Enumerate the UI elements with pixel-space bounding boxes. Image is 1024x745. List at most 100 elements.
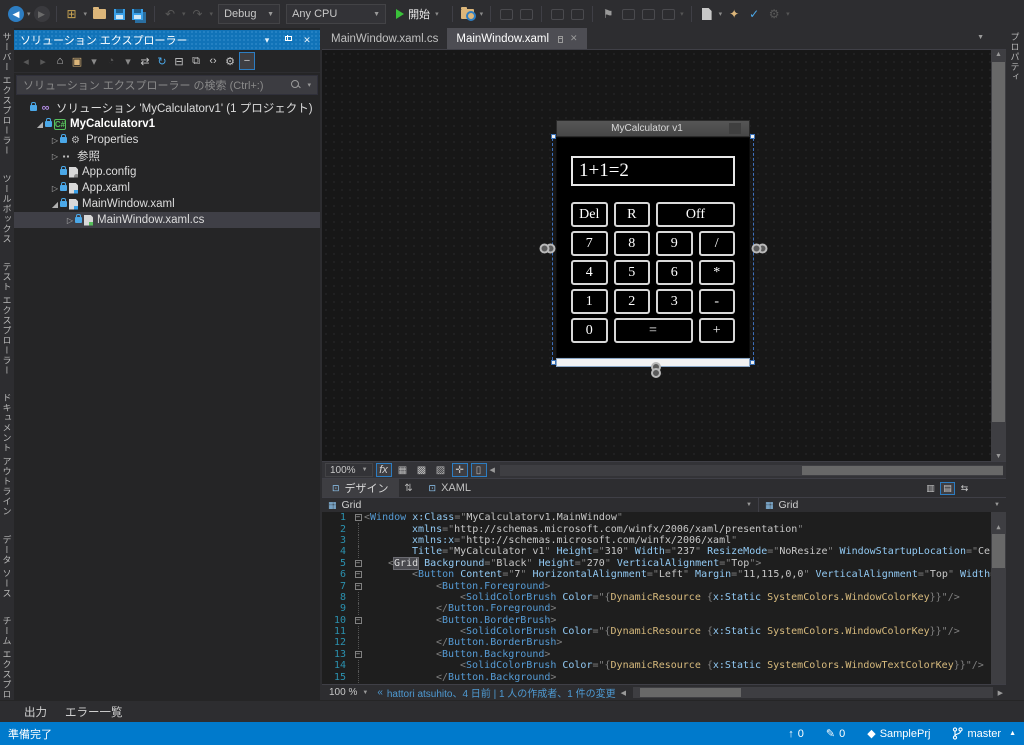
fold-margin[interactable]: − <box>352 569 364 580</box>
window-position-caret-icon[interactable]: ▾ <box>260 35 274 46</box>
new-project-caret[interactable]: ▾ <box>83 10 89 18</box>
document-tab-MainWindow.xaml[interactable]: MainWindow.xaml ✕ <box>447 28 587 49</box>
attach-caret[interactable]: ▾ <box>785 10 791 18</box>
tree-item-0[interactable]: ∞ ソリューション 'MyCalculatorv1' (1 プロジェクト) <box>14 100 320 116</box>
fold-margin[interactable]: − <box>352 512 364 523</box>
nav-back-caret[interactable]: ▾ <box>26 10 32 18</box>
search-icon[interactable] <box>291 80 301 90</box>
expand-icon[interactable]: ▷ <box>50 136 60 145</box>
left-tab-3[interactable]: ドキュメント アウトライン <box>1 393 14 517</box>
left-tab-2[interactable]: テスト エクスプローラー <box>1 262 14 376</box>
swap-panes-button[interactable]: ⇆ <box>957 482 972 495</box>
find-in-files-icon[interactable] <box>459 4 477 24</box>
se-sync-icon[interactable]: ⇄ <box>137 52 153 70</box>
calc-button-9[interactable]: 9 <box>656 231 693 256</box>
undo-caret[interactable]: ▾ <box>181 10 187 18</box>
solution-explorer-titlebar[interactable]: ソリューション エクスプローラー ▾ ✕ <box>14 30 320 50</box>
tree-item-3[interactable]: ▷ ▪▪ 参照 <box>14 148 320 164</box>
element-dropdown-left[interactable]: ▦ Grid ▼ <box>322 498 759 512</box>
bookmark-caret[interactable]: ▾ <box>679 10 685 18</box>
snap-to-grid-button[interactable]: ▩ <box>414 463 430 477</box>
se-collapse-all-icon[interactable]: ⊟ <box>171 52 187 70</box>
collapse-box-icon[interactable]: − <box>354 616 362 624</box>
editor-vertical-scrollbar[interactable]: ▲ <box>991 512 1006 684</box>
tree-item-6[interactable]: ◢ MainWindow.xaml <box>14 196 320 212</box>
fold-margin[interactable]: − <box>352 580 364 591</box>
document-outline-icon[interactable] <box>698 4 716 24</box>
scroll-up-icon[interactable]: ▲ <box>991 51 1006 58</box>
se-forward-icon[interactable]: ▸ <box>35 52 51 70</box>
designer-scroll-thumb[interactable] <box>992 62 1005 422</box>
hscroll-left-icon[interactable]: ◀ <box>490 466 495 474</box>
show-grid-button[interactable]: ▦ <box>395 463 411 477</box>
se-show-all-files-icon[interactable]: ⧉ <box>188 52 204 70</box>
attach-icon[interactable]: ⚙ <box>765 4 783 24</box>
se-pending-changes-icon[interactable]: ◔ <box>103 52 119 70</box>
start-debugging-button[interactable]: 開始 ▾ <box>390 4 446 24</box>
left-tab-1[interactable]: ツールボックス <box>1 174 14 244</box>
expand-icon[interactable]: ▷ <box>50 152 60 161</box>
anchor-bottom-icon[interactable] <box>650 362 661 378</box>
collapse-box-icon[interactable]: − <box>354 582 362 590</box>
collapse-box-icon[interactable]: − <box>354 559 362 567</box>
start-caret-icon[interactable]: ▾ <box>434 10 440 18</box>
collapse-icon[interactable]: ◢ <box>35 120 45 129</box>
open-folder-icon[interactable] <box>90 4 108 24</box>
show-snapgrid-button[interactable]: ▨ <box>433 463 449 477</box>
calc-button-+[interactable]: + <box>698 318 735 343</box>
bottom-tab-1[interactable]: エラー一覧 <box>65 704 123 720</box>
editor-zoom-dropdown[interactable]: 100 % ▼ <box>325 686 372 699</box>
debug-config-dropdown[interactable]: Debug ▼ <box>218 4 281 24</box>
effects-button[interactable]: fx <box>375 463 392 477</box>
designer-vertical-scrollbar[interactable]: ▲ ▼ <box>991 50 1006 461</box>
se-refresh-icon[interactable]: ↻ <box>154 52 170 70</box>
fold-margin[interactable]: − <box>352 558 364 569</box>
calc-button-7[interactable]: 7 <box>571 231 608 256</box>
document-caret[interactable]: ▾ <box>718 10 724 18</box>
editor-horizontal-scrollbar[interactable] <box>633 687 993 698</box>
se-back-icon[interactable]: ◂ <box>18 52 34 70</box>
tab-xaml[interactable]: ⊡ XAML <box>419 479 482 497</box>
split-horizontal-button[interactable]: ▤ <box>940 481 955 495</box>
collapse-box-icon[interactable]: − <box>354 571 362 579</box>
tab-pin-icon[interactable] <box>555 34 564 43</box>
indent-increase-icon[interactable] <box>568 4 586 24</box>
se-home-icon[interactable]: ⌂ <box>52 52 68 70</box>
calc-button-1[interactable]: 1 <box>571 289 608 314</box>
calc-button-R[interactable]: R <box>613 202 650 227</box>
se-view-code-icon[interactable]: ‹› <box>205 52 221 70</box>
next-bookmark-icon[interactable] <box>639 4 657 24</box>
add-check-icon[interactable]: ✓ <box>745 4 763 24</box>
se-properties-icon[interactable]: ⚙ <box>222 52 238 70</box>
left-tab-4[interactable]: データ ソース <box>1 535 14 599</box>
nav-forward-icon[interactable]: ▶ <box>33 6 50 22</box>
editor-hscroll-right-icon[interactable]: ▶ <box>998 689 1003 697</box>
search-caret-icon[interactable]: ▾ <box>307 81 311 89</box>
codelens-git-info[interactable]: « hattori atsuhito、4 日前 | 1 人の作成者、1 件の変更 <box>377 685 615 700</box>
editor-hscroll-thumb[interactable] <box>640 688 741 697</box>
calc-button-8[interactable]: 8 <box>613 231 650 256</box>
collapse-box-icon[interactable]: − <box>354 650 362 658</box>
element-dropdown-right[interactable]: ▦ Grid ▼ <box>759 498 1006 512</box>
indent-decrease-icon[interactable] <box>548 4 566 24</box>
document-tab-MainWindow.xaml.cs[interactable]: MainWindow.xaml.cs <box>322 28 447 49</box>
tree-item-1[interactable]: ◢ C# MyCalculatorv1 <box>14 116 320 132</box>
xaml-code-editor[interactable]: 1− < Window x:Class =" MyCalculatorv1.MainWi… <box>322 512 1006 684</box>
fold-margin[interactable]: − <box>352 615 364 626</box>
save-all-icon[interactable] <box>130 4 148 24</box>
new-item-icon[interactable]: ✦ <box>725 4 743 24</box>
resize-handle-bottomright[interactable] <box>750 360 755 365</box>
expand-icon[interactable]: ▷ <box>50 184 60 193</box>
uncomment-icon[interactable] <box>517 4 535 24</box>
find-caret[interactable]: ▾ <box>479 10 485 18</box>
tree-item-5[interactable]: ▷ App.xaml <box>14 180 320 196</box>
calc-button-2[interactable]: 2 <box>613 289 650 314</box>
tree-item-7[interactable]: ▷ MainWindow.xaml.cs <box>14 212 320 228</box>
zoom-to-fit-button[interactable]: ▯ <box>470 463 487 477</box>
collapse-box-icon[interactable]: − <box>354 514 362 522</box>
tab-overflow-icon[interactable]: ▼ <box>977 34 984 41</box>
designed-window-titlebar[interactable]: MyCalculator v1 <box>556 120 750 137</box>
split-vertical-button[interactable]: ▥ <box>923 482 938 495</box>
se-switch-views-icon[interactable]: ▣ <box>69 52 85 70</box>
git-push-count[interactable]: ↑ 0 <box>788 728 804 740</box>
